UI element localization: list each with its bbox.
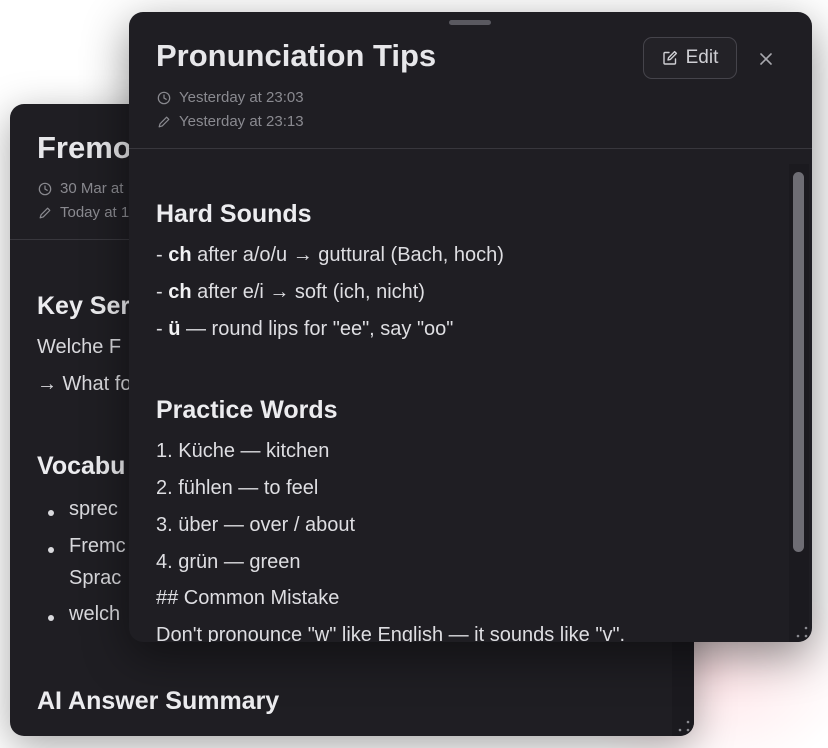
front-created-row: Yesterday at 23:03 [157,89,304,106]
back-edited-row: Today at 1 [38,204,129,221]
practice-word-item: 2. fühlen — to feel [156,477,319,499]
hard-sound-item: - ch after e/i → soft (ich, nicht) [156,281,425,303]
back-created-text: 30 Mar at [60,180,124,197]
common-mistake-text: Don't pronounce "w" like English — it so… [156,624,626,642]
hard-sound-item: - ch after a/o/u → guttural (Bach, hoch) [156,244,504,266]
note-content[interactable]: Hard Sounds - ch after a/o/u → guttural … [156,162,786,642]
practice-word-item: 3. über — over / about [156,514,356,536]
bullet-dot [48,615,54,621]
back-section-heading: AI Answer Summary [37,687,280,715]
back-section-heading: Key Ser [37,292,131,320]
practice-word-item: 4. grün — green [156,551,301,573]
close-button[interactable] [755,48,777,70]
common-mistake-heading: ## Common Mistake [156,587,340,609]
resize-grip-icon[interactable] [796,626,808,638]
bullet-dot [48,510,54,516]
back-edited-text: Today at 1 [60,204,130,221]
edit-button-label: Edit [685,47,719,68]
back-section-heading: Vocabu [37,452,126,480]
scrollbar-thumb[interactable] [793,172,804,552]
edit-icon [662,50,677,65]
vocab-item: sprec [69,498,118,520]
drag-handle[interactable] [449,20,491,25]
front-header-divider [129,148,812,149]
front-edited-text: Yesterday at 23:13 [179,113,304,130]
close-icon [760,53,772,65]
practice-words-heading: Practice Words [156,396,338,424]
pencil-icon [158,116,170,127]
bullet-dot [48,547,54,553]
front-note-title: Pronunciation Tips [156,38,437,73]
resize-grip-icon[interactable] [678,720,690,732]
clock-icon [38,182,52,195]
front-created-text: Yesterday at 23:03 [179,89,304,106]
back-text-line: Welche F [37,336,122,358]
front-edited-row: Yesterday at 23:13 [157,113,304,130]
vocab-item: Fremc [69,535,126,557]
hard-sounds-heading: Hard Sounds [156,200,312,228]
clock-icon [157,91,171,104]
front-note-window[interactable]: Pronunciation Tips Yesterday at 23:03 Ye… [129,12,812,642]
practice-word-item: 1. Küche — kitchen [156,440,330,462]
hard-sound-item: - ü — round lips for "ee", say "oo" [156,318,454,340]
pencil-icon [39,207,51,218]
back-created-row: 30 Mar at [38,180,123,197]
vocab-item: Sprac [69,567,122,589]
back-text-line: → What fo [37,373,132,395]
edit-button[interactable]: Edit [643,37,737,79]
back-note-title: Fremo [37,130,132,165]
vocab-item: welch [69,603,121,625]
